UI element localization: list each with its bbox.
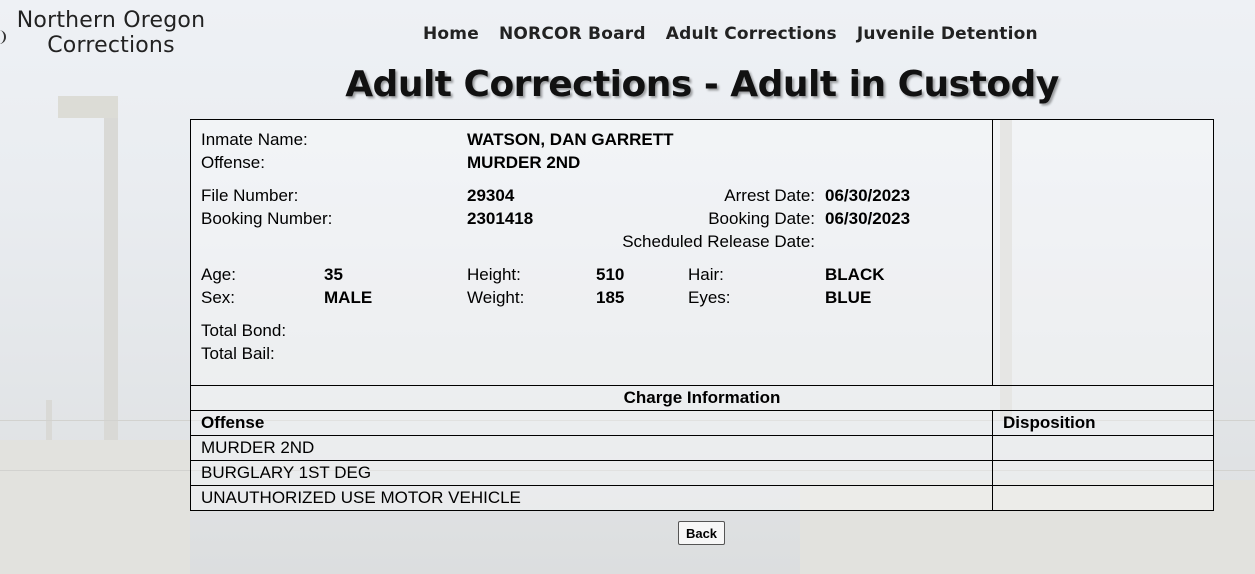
site-logo[interactable]: Northern Oregon Corrections [2, 8, 220, 58]
total-bail-label: Total Bail: [201, 344, 275, 363]
charge-offense: MURDER 2ND [191, 435, 993, 461]
logo-line-2: Corrections [47, 33, 175, 58]
nav-adult-corrections[interactable]: Adult Corrections [666, 24, 837, 44]
age-value: 35 [324, 265, 343, 284]
charge-disposition [992, 435, 1213, 461]
sex-label: Sex: [201, 288, 236, 307]
height-value: 510 [596, 265, 625, 284]
weight-value: 185 [596, 288, 625, 307]
charges-header-row: Offense Disposition [191, 410, 1213, 436]
eyes-value: BLUE [825, 288, 872, 307]
table-row: UNAUTHORIZED USE MOTOR VEHICLE [191, 485, 1213, 510]
inmate-details: Inmate Name: WATSON, DAN GARRETT Offense… [191, 120, 993, 385]
table-row: MURDER 2ND [191, 435, 1213, 461]
hair-value: BLACK [825, 265, 885, 284]
photo-panel [993, 120, 1213, 385]
weight-label: Weight: [467, 288, 525, 307]
charge-disposition [992, 485, 1213, 510]
charges-heading: Charge Information [623, 388, 781, 407]
booking-date-label: Booking Date: [708, 209, 815, 228]
charges-table: Charge Information Offense Disposition M… [191, 386, 1213, 510]
inmate-record: Inmate Name: WATSON, DAN GARRETT Offense… [190, 119, 1214, 511]
booking-number-value: 2301418 [467, 209, 534, 228]
table-row: BURGLARY 1ST DEG [191, 460, 1213, 486]
arrest-date-value: 06/30/2023 [825, 186, 911, 205]
inmate-details-section: Inmate Name: WATSON, DAN GARRETT Offense… [191, 120, 1213, 386]
eyes-label: Eyes: [688, 288, 731, 307]
offense-label: Offense: [201, 153, 265, 172]
release-date-label: Scheduled Release Date: [622, 232, 815, 251]
page-title: Adult Corrections - Adult in Custody [345, 64, 1059, 105]
offense-value: MURDER 2ND [467, 153, 581, 172]
column-header-offense: Offense [191, 410, 993, 436]
height-label: Height: [467, 265, 521, 284]
back-button[interactable]: Back [678, 521, 725, 545]
arrest-date-label: Arrest Date: [724, 186, 815, 205]
age-label: Age: [201, 265, 236, 284]
booking-number-label: Booking Number: [201, 209, 333, 228]
hair-label: Hair: [688, 265, 724, 284]
column-header-disposition: Disposition [992, 410, 1213, 436]
main-nav: Home NORCOR Board Adult Corrections Juve… [423, 24, 1058, 44]
total-bond-label: Total Bond: [201, 321, 287, 340]
charges-heading-row: Charge Information [191, 386, 1213, 411]
file-number-value: 29304 [467, 186, 515, 205]
file-number-label: File Number: [201, 186, 299, 205]
nav-norcor-board[interactable]: NORCOR Board [499, 24, 646, 44]
logo-line-1: Northern Oregon [16, 8, 206, 33]
sex-value: MALE [324, 288, 373, 307]
nav-juvenile-detention[interactable]: Juvenile Detention [857, 24, 1038, 44]
inmate-name-label: Inmate Name: [201, 130, 308, 149]
inmate-name-value: WATSON, DAN GARRETT [467, 130, 674, 149]
booking-date-value: 06/30/2023 [825, 209, 911, 228]
charge-offense: UNAUTHORIZED USE MOTOR VEHICLE [191, 485, 993, 510]
nav-home[interactable]: Home [423, 24, 479, 44]
charge-disposition [992, 460, 1213, 486]
charge-offense: BURGLARY 1ST DEG [191, 460, 993, 486]
